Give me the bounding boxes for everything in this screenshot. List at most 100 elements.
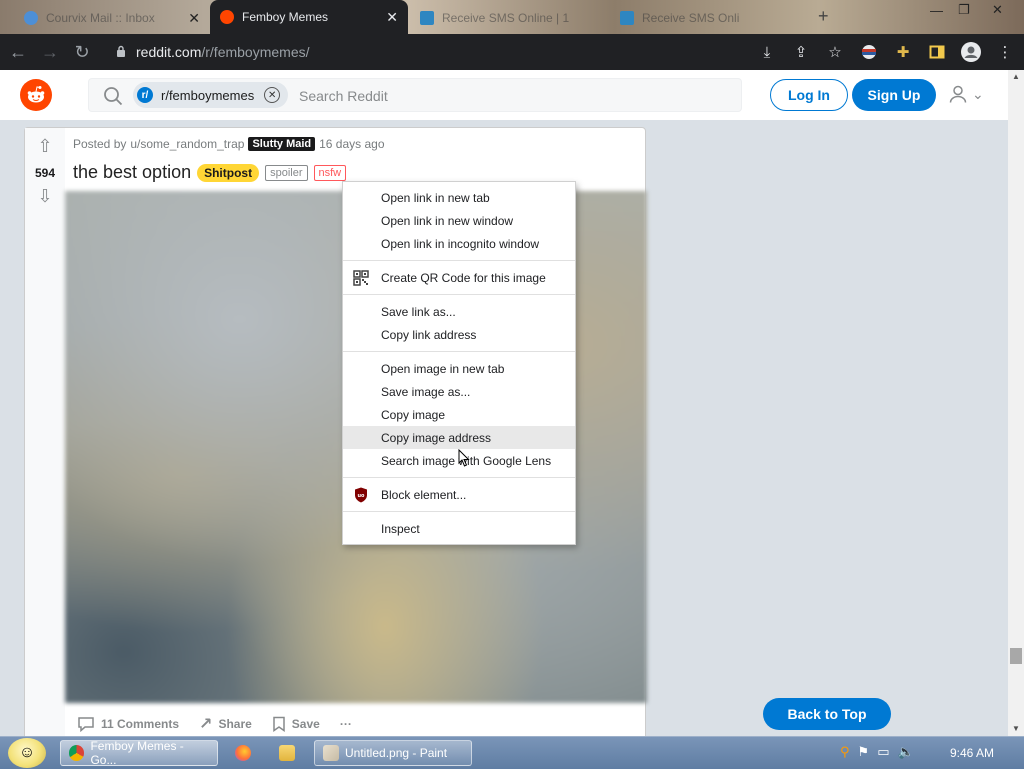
reddit-header: r/ r/femboymemes ✕ Search Reddit Log In … (0, 70, 1008, 121)
menu-separator (343, 511, 575, 512)
menu-item-open-link-incognito[interactable]: Open link in incognito window (343, 232, 575, 255)
post-author-link[interactable]: u/some_random_trap (130, 137, 244, 151)
menu-item-open-link-new-window[interactable]: Open link in new window (343, 209, 575, 232)
scroll-up-arrow-icon[interactable]: ▲ (1008, 70, 1024, 84)
new-tab-button[interactable]: + (818, 6, 829, 27)
taskbar-explorer-button[interactable] (268, 740, 306, 766)
folder-app-icon (279, 745, 295, 761)
post-flair[interactable]: Shitpost (197, 163, 260, 182)
menu-item-save-image-as[interactable]: Save image as... (343, 380, 575, 403)
taskbar-clock[interactable]: 9:46 AM (950, 746, 994, 760)
action-center-flag-icon[interactable]: ⚑ (858, 744, 870, 760)
save-button[interactable]: Save (272, 716, 320, 732)
menu-item-copy-image[interactable]: Copy image (343, 403, 575, 426)
clear-chip-icon[interactable]: ✕ (264, 87, 281, 103)
address-bar[interactable]: reddit.com/r/femboymemes/ (108, 38, 748, 66)
tab-receive-sms-2[interactable]: Receive SMS Onli (610, 2, 790, 34)
profile-flag-icon[interactable] (858, 41, 880, 63)
chrome-menu-icon[interactable]: ⋮ (994, 41, 1016, 63)
menu-item-copy-image-address[interactable]: Copy image address (343, 426, 575, 449)
ublock-shield-icon: uo (353, 487, 369, 503)
back-to-top-button[interactable]: Back to Top (763, 698, 891, 730)
close-tab-icon[interactable]: ✕ (188, 10, 200, 27)
context-menu: Open link in new tab Open link in new wi… (342, 181, 576, 545)
tab-title: Receive SMS Online | 1 (442, 11, 570, 25)
back-arrow-icon[interactable]: ← (4, 38, 32, 66)
tab-title: Femboy Memes (242, 10, 329, 24)
window-close-button[interactable]: ✕ (992, 0, 1003, 20)
comments-button[interactable]: 11 Comments (77, 716, 179, 732)
sms-favicon-icon (420, 11, 434, 25)
url-host: reddit.com (136, 44, 202, 60)
reddit-favicon-icon (220, 10, 234, 24)
post-timestamp[interactable]: 16 days ago (319, 137, 384, 151)
side-panel-icon[interactable] (926, 41, 948, 63)
mouse-pointer-icon (458, 449, 470, 467)
share-arrow-icon: ↗ (199, 716, 213, 733)
extensions-puzzle-icon[interactable]: ✚ (892, 41, 914, 63)
taskbar-button-label: Femboy Memes - Go... (90, 739, 184, 767)
menu-item-save-link-as[interactable]: Save link as... (343, 300, 575, 323)
bookmark-star-icon[interactable]: ☆ (824, 41, 846, 63)
network-icon[interactable]: ▭ (877, 744, 889, 760)
menu-item-open-link-new-tab[interactable]: Open link in new tab (343, 186, 575, 209)
menu-separator (343, 351, 575, 352)
share-label: Share (218, 717, 252, 731)
scrollbar-thumb[interactable] (1010, 648, 1022, 664)
forward-arrow-icon[interactable]: → (36, 38, 64, 66)
menu-item-label: Create QR Code for this image (381, 270, 546, 285)
page-scrollbar[interactable]: ▲ ▼ (1008, 70, 1024, 736)
user-menu-dropdown[interactable]: ⌄ (948, 84, 984, 104)
author-flair: Slutty Maid (248, 137, 316, 151)
reload-icon[interactable]: ↻ (68, 38, 96, 66)
start-button-icon[interactable]: ☺ (8, 738, 46, 768)
scroll-down-arrow-icon[interactable]: ▼ (1008, 722, 1024, 736)
more-options-button[interactable]: ··· (340, 717, 352, 731)
menu-item-open-image-new-tab[interactable]: Open image in new tab (343, 357, 575, 380)
posted-by-label: Posted by (73, 137, 127, 151)
post-title-row: the best option Shitpost spoiler nsfw (73, 162, 347, 183)
share-icon[interactable]: ⇪ (790, 41, 812, 63)
chevron-down-icon: ⌄ (972, 85, 984, 102)
post-actions: 11 Comments ↗ Share Save ··· (77, 714, 352, 734)
share-button[interactable]: ↗ Share (199, 714, 252, 734)
menu-separator (343, 294, 575, 295)
vote-count: 594 (34, 166, 56, 180)
subreddit-search-chip[interactable]: r/ r/femboymemes ✕ (133, 82, 289, 108)
menu-item-block-element[interactable]: uo Block element... (343, 483, 575, 506)
menu-item-inspect[interactable]: Inspect (343, 517, 575, 540)
tab-title: Courvix Mail :: Inbox (46, 11, 155, 25)
taskbar-firefox-button[interactable] (224, 740, 262, 766)
tab-receive-sms-1[interactable]: Receive SMS Online | 1 (410, 2, 606, 34)
menu-item-create-qr-code[interactable]: Create QR Code for this image (343, 266, 575, 289)
menu-item-copy-link-address[interactable]: Copy link address (343, 323, 575, 346)
login-button[interactable]: Log In (770, 79, 848, 111)
install-app-icon[interactable]: ⤓ (756, 41, 778, 63)
tab-courvix-mail[interactable]: Courvix Mail :: Inbox ✕ (14, 2, 210, 34)
close-tab-icon[interactable]: ✕ (386, 9, 398, 26)
save-label: Save (291, 717, 320, 731)
minimize-button[interactable]: — (930, 0, 943, 20)
system-tray: ⚲ ⚑ ▭ 🔈 (840, 744, 914, 760)
search-tray-icon[interactable]: ⚲ (840, 744, 850, 760)
upvote-arrow-icon[interactable]: ⇧ (35, 136, 55, 156)
subreddit-icon: r/ (137, 87, 153, 103)
vote-column: ⇧ 594 ⇩ (25, 128, 65, 736)
taskbar-paint-button[interactable]: Untitled.png - Paint (314, 740, 472, 766)
tab-femboy-memes[interactable]: Femboy Memes ✕ (210, 0, 408, 34)
profile-avatar-icon[interactable] (960, 41, 982, 63)
user-icon (949, 85, 967, 103)
signup-button[interactable]: Sign Up (852, 79, 936, 111)
browser-tab-strip: Courvix Mail :: Inbox ✕ Femboy Memes ✕ R… (0, 0, 1024, 34)
volume-icon[interactable]: 🔈 (897, 744, 913, 760)
qr-code-icon (353, 270, 369, 286)
toolbar-icons: ⤓ ⇪ ☆ ✚ ⋮ (756, 38, 1016, 66)
downvote-arrow-icon[interactable]: ⇩ (35, 186, 55, 206)
paint-app-icon (323, 745, 339, 761)
reddit-logo-icon[interactable] (20, 79, 52, 111)
post-title[interactable]: the best option (73, 162, 191, 183)
taskbar-chrome-button[interactable]: Femboy Memes - Go... (60, 739, 218, 767)
menu-separator (343, 477, 575, 478)
maximize-button[interactable]: ❐ (958, 0, 970, 20)
reddit-search-bar[interactable]: r/ r/femboymemes ✕ Search Reddit (88, 78, 742, 112)
